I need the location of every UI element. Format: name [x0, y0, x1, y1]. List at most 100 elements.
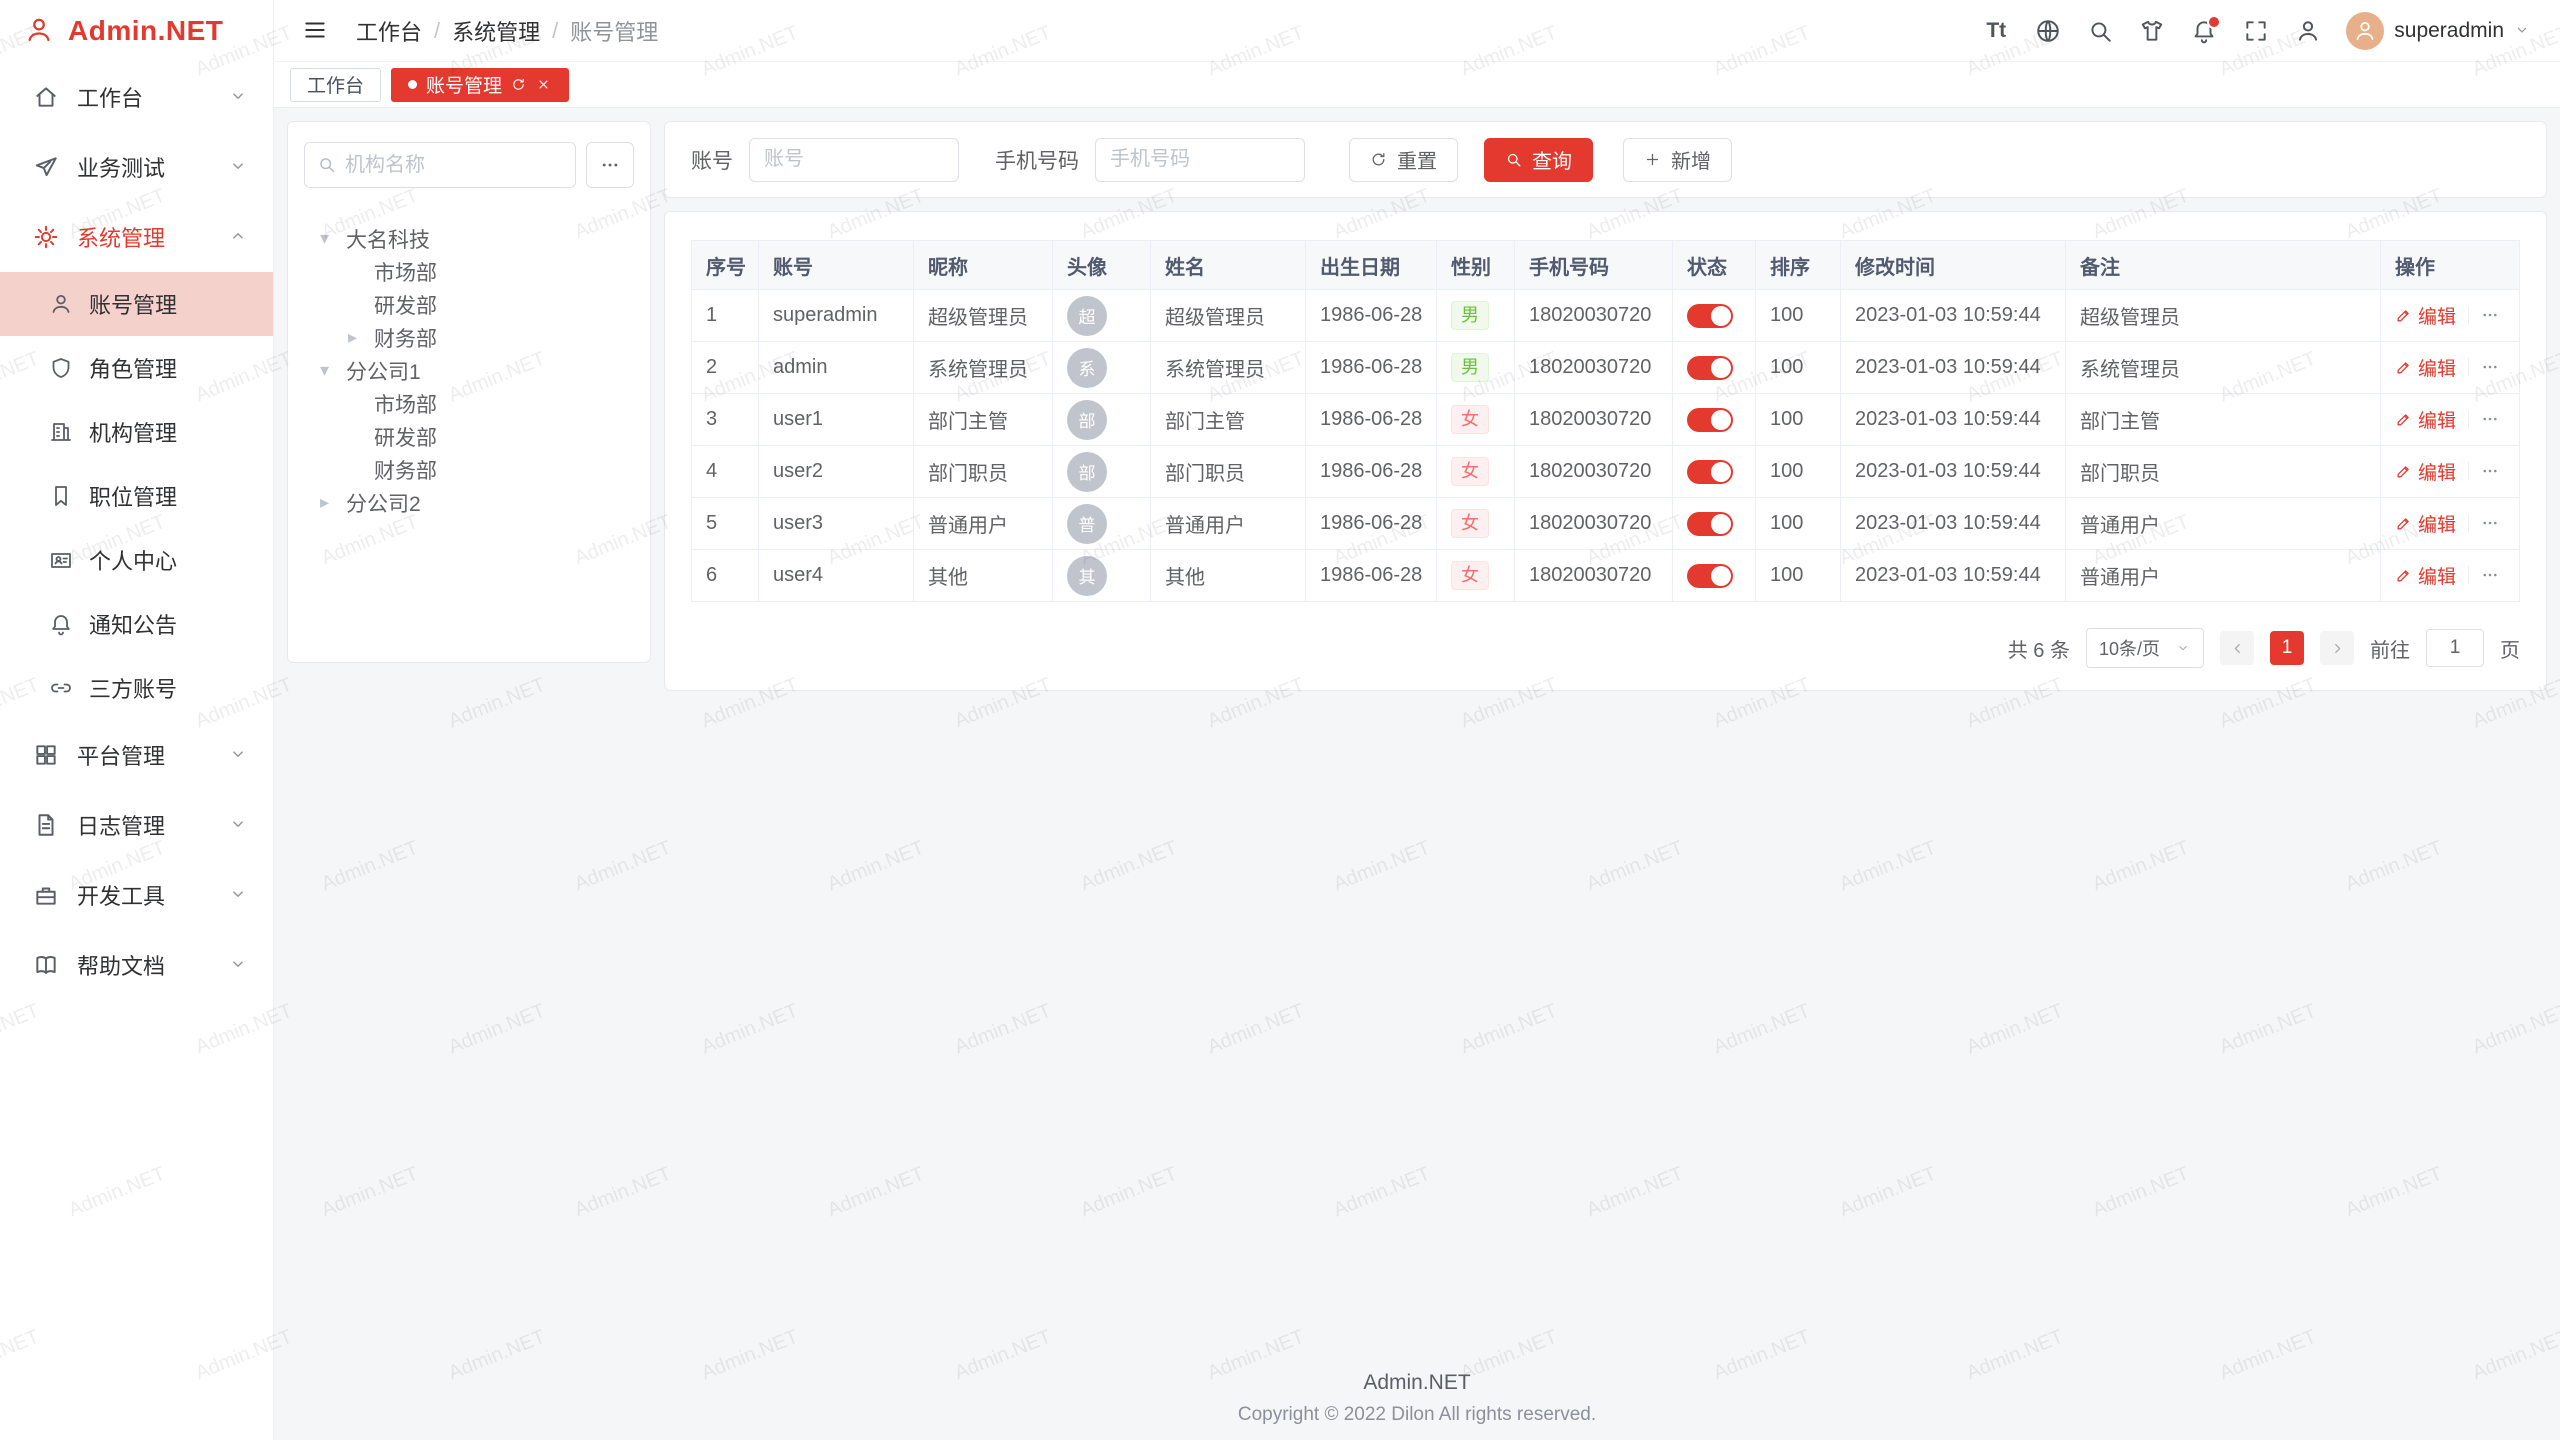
sidebar-item-role-management[interactable]: 角色管理	[0, 336, 273, 400]
sidebar-item-system-management[interactable]: 系统管理	[0, 202, 273, 272]
status-toggle[interactable]	[1687, 460, 1733, 484]
status-toggle[interactable]	[1687, 512, 1733, 536]
cell-sort: 100	[1756, 446, 1841, 498]
goto-page-input[interactable]	[2426, 629, 2484, 667]
user-menu[interactable]: superadmin	[2346, 12, 2532, 50]
footer-title: Admin.NET	[274, 1371, 2560, 1395]
account-input[interactable]	[749, 138, 959, 182]
chevron-down-icon	[2514, 22, 2532, 40]
caret-down-icon[interactable]: ▾	[320, 360, 346, 381]
sidebar-item-label: 开发工具	[77, 879, 165, 911]
more-actions-button[interactable]	[2468, 358, 2499, 376]
link-icon	[49, 675, 75, 701]
font-size-icon[interactable]: Tt	[1982, 17, 2010, 45]
more-actions-button[interactable]	[2468, 306, 2499, 324]
language-icon[interactable]	[2034, 17, 2062, 45]
sidebar-item-label: 帮助文档	[77, 949, 165, 981]
more-actions-button[interactable]	[2468, 462, 2499, 480]
edit-button[interactable]: 编辑	[2395, 406, 2456, 433]
sidebar-item-workbench[interactable]: 工作台	[0, 62, 273, 132]
close-icon[interactable]	[536, 77, 552, 93]
idcard-icon	[49, 547, 75, 573]
tree-node[interactable]: ▾大名科技	[304, 222, 634, 255]
cell-gender: 女	[1437, 550, 1515, 602]
cell-birthday: 1986-06-28	[1306, 342, 1437, 394]
theme-icon[interactable]	[2138, 17, 2166, 45]
status-toggle[interactable]	[1687, 564, 1733, 588]
cell-modify-time: 2023-01-03 10:59:44	[1841, 550, 2066, 602]
cell-name: 部门主管	[1151, 394, 1306, 446]
cell-account: user3	[759, 498, 914, 550]
chevron-down-icon	[229, 885, 249, 905]
column-header: 账号	[759, 241, 914, 290]
hamburger-menu-icon[interactable]	[302, 17, 330, 45]
profile-icon[interactable]	[2294, 17, 2322, 45]
fullscreen-icon[interactable]	[2242, 17, 2270, 45]
sidebar-item-dev-tools[interactable]: 开发工具	[0, 860, 273, 930]
next-page-button[interactable]	[2320, 631, 2354, 665]
caret-down-icon[interactable]: ▾	[320, 228, 346, 249]
tree-node[interactable]: ▾分公司1	[304, 354, 634, 387]
breadcrumb-item[interactable]: 工作台	[356, 15, 422, 47]
sidebar-item-third-party-account[interactable]: 三方账号	[0, 656, 273, 720]
status-toggle[interactable]	[1687, 356, 1733, 380]
org-search-input[interactable]	[345, 154, 563, 177]
search-icon[interactable]	[2086, 17, 2114, 45]
phone-input[interactable]	[1095, 138, 1305, 182]
page-size-select[interactable]: 10条/页	[2086, 628, 2204, 668]
edit-button[interactable]: 编辑	[2395, 510, 2456, 537]
org-search-box	[304, 142, 576, 188]
sidebar-item-notice-announcement[interactable]: 通知公告	[0, 592, 273, 656]
sidebar-item-personal-center[interactable]: 个人中心	[0, 528, 273, 592]
sidebar-item-business-test[interactable]: 业务测试	[0, 132, 273, 202]
toggle-knob	[1711, 306, 1731, 326]
cell-avatar: 其	[1053, 550, 1151, 602]
tree-node[interactable]: 市场部	[304, 255, 634, 288]
tab-account-management[interactable]: 账号管理	[391, 68, 569, 102]
cell-sort: 100	[1756, 290, 1841, 342]
sidebar-item-position-management[interactable]: 职位管理	[0, 464, 273, 528]
column-header: 手机号码	[1515, 241, 1673, 290]
edit-button[interactable]: 编辑	[2395, 562, 2456, 589]
sidebar-item-label: 工作台	[77, 81, 143, 113]
edit-button[interactable]: 编辑	[2395, 302, 2456, 329]
tree-node[interactable]: ▸财务部	[304, 321, 634, 354]
cell-account: admin	[759, 342, 914, 394]
caret-right-icon[interactable]: ▸	[348, 327, 374, 348]
add-button[interactable]: 新增	[1623, 138, 1732, 182]
reset-button[interactable]: 重置	[1349, 138, 1458, 182]
tree-node[interactable]: ▸分公司2	[304, 486, 634, 519]
cell-remark: 普通用户	[2066, 550, 2381, 602]
edit-button[interactable]: 编辑	[2395, 354, 2456, 381]
sidebar-item-organization-management[interactable]: 机构管理	[0, 400, 273, 464]
more-actions-button[interactable]	[2468, 514, 2499, 532]
search-button[interactable]: 查询	[1484, 138, 1593, 182]
caret-right-icon[interactable]: ▸	[320, 492, 346, 513]
tree-node[interactable]: 研发部	[304, 288, 634, 321]
breadcrumb-item[interactable]: 系统管理	[452, 15, 540, 47]
more-actions-button[interactable]	[2468, 410, 2499, 428]
sidebar-item-label: 平台管理	[77, 739, 165, 771]
tree-node-label: 财务部	[374, 455, 437, 485]
prev-page-button[interactable]	[2220, 631, 2254, 665]
tree-node[interactable]: 市场部	[304, 387, 634, 420]
cell-actions: 编辑	[2381, 290, 2520, 342]
sidebar-item-help-docs[interactable]: 帮助文档	[0, 930, 273, 1000]
cell-avatar: 超	[1053, 290, 1151, 342]
status-toggle[interactable]	[1687, 408, 1733, 432]
status-toggle[interactable]	[1687, 304, 1733, 328]
tree-node[interactable]: 研发部	[304, 420, 634, 453]
page-number-button[interactable]: 1	[2270, 631, 2304, 665]
refresh-icon[interactable]	[511, 77, 527, 93]
edit-button[interactable]: 编辑	[2395, 458, 2456, 485]
tree-node[interactable]: 财务部	[304, 453, 634, 486]
cell-remark: 普通用户	[2066, 498, 2381, 550]
more-actions-button[interactable]	[2468, 566, 2499, 584]
sidebar-item-platform-management[interactable]: 平台管理	[0, 720, 273, 790]
sidebar-item-account-management[interactable]: 账号管理	[0, 272, 273, 336]
org-more-button[interactable]	[586, 142, 634, 188]
avatar[interactable]	[2346, 12, 2384, 50]
sidebar-item-log-management[interactable]: 日志管理	[0, 790, 273, 860]
notification-icon[interactable]	[2190, 17, 2218, 45]
tab-workbench[interactable]: 工作台	[290, 68, 381, 102]
